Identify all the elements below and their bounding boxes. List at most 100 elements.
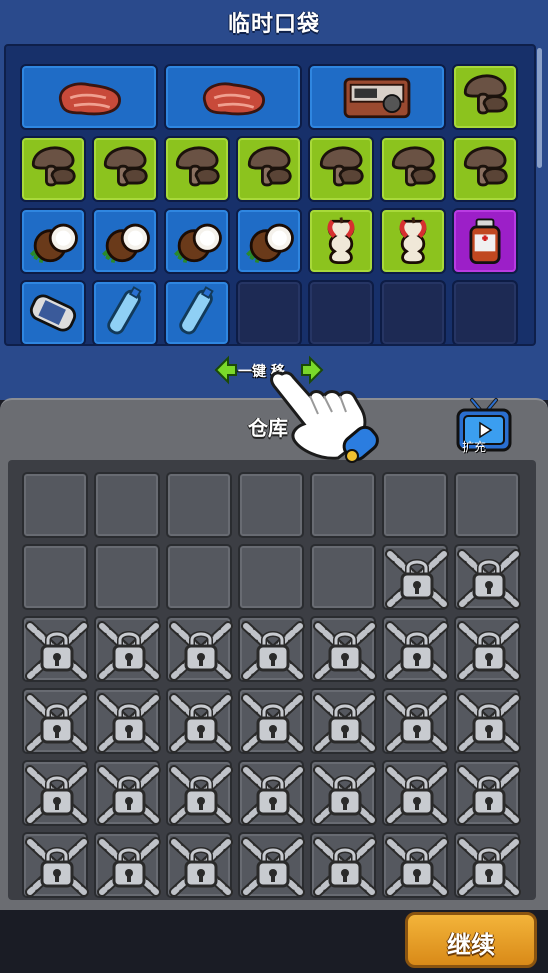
warehouse-grid[interactable] bbox=[8, 460, 536, 900]
warehouse-slot-empty[interactable] bbox=[94, 544, 160, 610]
bag-slot-empty[interactable] bbox=[452, 280, 518, 344]
bag-slot-coconut[interactable] bbox=[92, 208, 158, 274]
bag-slot-coconut[interactable] bbox=[20, 208, 86, 274]
bag-slot-empty[interactable] bbox=[308, 280, 374, 344]
warehouse-slot-empty[interactable] bbox=[22, 544, 88, 610]
bag-slot-mushroom[interactable] bbox=[164, 136, 230, 202]
continue-button[interactable]: 继续 bbox=[405, 912, 537, 968]
warehouse-slot-locked[interactable] bbox=[454, 760, 521, 826]
warehouse-slot-locked[interactable] bbox=[382, 832, 449, 898]
mushroom-icon bbox=[454, 138, 516, 200]
warehouse-slot-locked[interactable] bbox=[166, 760, 233, 826]
chain-lock-icon bbox=[240, 834, 305, 897]
bag-slot-can[interactable] bbox=[20, 280, 86, 344]
warehouse-slot-locked[interactable] bbox=[454, 832, 521, 898]
warehouse-slot-locked[interactable] bbox=[22, 832, 89, 898]
warehouse-slot-locked[interactable] bbox=[382, 760, 449, 826]
bag-slot-water-bottle[interactable] bbox=[92, 280, 158, 344]
chain-lock-icon bbox=[240, 762, 305, 825]
water-bottle-icon bbox=[166, 282, 228, 344]
warehouse-slot-locked[interactable] bbox=[238, 616, 305, 682]
chain-lock-icon bbox=[384, 546, 449, 609]
warehouse-slot-empty[interactable] bbox=[382, 472, 448, 538]
bag-slot-meat[interactable] bbox=[164, 64, 302, 130]
chain-lock-icon bbox=[240, 618, 305, 681]
bag-slot-coconut[interactable] bbox=[236, 208, 302, 274]
chain-lock-icon bbox=[384, 690, 449, 753]
chain-lock-icon bbox=[96, 618, 161, 681]
mushroom-icon bbox=[382, 138, 444, 200]
chain-lock-icon bbox=[456, 546, 521, 609]
bag-slot-medicine-bottle[interactable] bbox=[452, 208, 518, 274]
bag-slot-mushroom[interactable] bbox=[380, 136, 446, 202]
warehouse-slot-locked[interactable] bbox=[22, 760, 89, 826]
bag-slot-apple-core[interactable] bbox=[308, 208, 374, 274]
warehouse-slot-locked[interactable] bbox=[454, 688, 521, 754]
chain-lock-icon bbox=[312, 834, 377, 897]
warehouse-slot-locked[interactable] bbox=[382, 544, 449, 610]
warehouse-slot-locked[interactable] bbox=[310, 616, 377, 682]
chain-lock-icon bbox=[384, 618, 449, 681]
chain-lock-icon bbox=[456, 690, 521, 753]
bag-slot-mushroom[interactable] bbox=[452, 136, 518, 202]
tutorial-hand-icon bbox=[270, 371, 379, 463]
chain-lock-icon bbox=[96, 834, 161, 897]
coconut-icon bbox=[238, 210, 300, 272]
warehouse-slot-empty[interactable] bbox=[166, 472, 232, 538]
warehouse-slot-empty[interactable] bbox=[310, 544, 376, 610]
meat-icon bbox=[166, 66, 300, 128]
bag-slot-mushroom[interactable] bbox=[20, 136, 86, 202]
warehouse-slot-empty[interactable] bbox=[166, 544, 232, 610]
bag-slot-water-bottle[interactable] bbox=[164, 280, 230, 344]
chain-lock-icon bbox=[168, 834, 233, 897]
temp-bag-grid[interactable] bbox=[4, 44, 536, 346]
bag-slot-mushroom[interactable] bbox=[308, 136, 374, 202]
warehouse-slot-locked[interactable] bbox=[238, 760, 305, 826]
warehouse-slot-locked[interactable] bbox=[94, 616, 161, 682]
warehouse-slot-locked[interactable] bbox=[94, 688, 161, 754]
warehouse-slot-locked[interactable] bbox=[22, 616, 89, 682]
warehouse-slot-locked[interactable] bbox=[310, 832, 377, 898]
water-bottle-icon bbox=[94, 282, 156, 344]
warehouse-slot-locked[interactable] bbox=[238, 688, 305, 754]
warehouse-slot-locked[interactable] bbox=[310, 760, 377, 826]
warehouse-slot-locked[interactable] bbox=[382, 616, 449, 682]
bag-slot-apple-core[interactable] bbox=[380, 208, 446, 274]
warehouse-slot-locked[interactable] bbox=[454, 544, 521, 610]
bag-slot-mushroom[interactable] bbox=[452, 64, 518, 130]
bag-slot-camera[interactable] bbox=[308, 64, 446, 130]
warehouse-slot-locked[interactable] bbox=[310, 688, 377, 754]
meat-icon bbox=[22, 66, 156, 128]
warehouse-slot-locked[interactable] bbox=[22, 688, 89, 754]
bag-slot-mushroom[interactable] bbox=[236, 136, 302, 202]
warehouse-slot-locked[interactable] bbox=[166, 616, 233, 682]
warehouse-slot-locked[interactable] bbox=[166, 832, 233, 898]
warehouse-slot-empty[interactable] bbox=[310, 472, 376, 538]
coconut-icon bbox=[166, 210, 228, 272]
mushroom-icon bbox=[310, 138, 372, 200]
chain-lock-icon bbox=[24, 762, 89, 825]
warehouse-slot-locked[interactable] bbox=[94, 832, 161, 898]
warehouse-slot-empty[interactable] bbox=[454, 472, 520, 538]
warehouse-slot-locked[interactable] bbox=[94, 760, 161, 826]
warehouse-slot-empty[interactable] bbox=[238, 472, 304, 538]
bag-slot-meat[interactable] bbox=[20, 64, 158, 130]
warehouse-slot-locked[interactable] bbox=[454, 616, 521, 682]
bag-scrollbar[interactable] bbox=[537, 48, 542, 168]
warehouse-slot-empty[interactable] bbox=[238, 544, 304, 610]
bag-slot-empty[interactable] bbox=[380, 280, 446, 344]
warehouse-slot-locked[interactable] bbox=[166, 688, 233, 754]
chain-lock-icon bbox=[168, 618, 233, 681]
chain-lock-icon bbox=[384, 762, 449, 825]
bag-slot-coconut[interactable] bbox=[164, 208, 230, 274]
continue-button-label: 继续 bbox=[447, 931, 495, 959]
warehouse-slot-empty[interactable] bbox=[22, 472, 88, 538]
bag-slot-empty[interactable] bbox=[236, 280, 302, 344]
bag-slot-mushroom[interactable] bbox=[92, 136, 158, 202]
expand-label: 扩充 bbox=[462, 440, 487, 454]
chain-lock-icon bbox=[168, 762, 233, 825]
warehouse-slot-locked[interactable] bbox=[238, 832, 305, 898]
warehouse-slot-locked[interactable] bbox=[382, 688, 449, 754]
mushroom-icon bbox=[238, 138, 300, 200]
warehouse-slot-empty[interactable] bbox=[94, 472, 160, 538]
